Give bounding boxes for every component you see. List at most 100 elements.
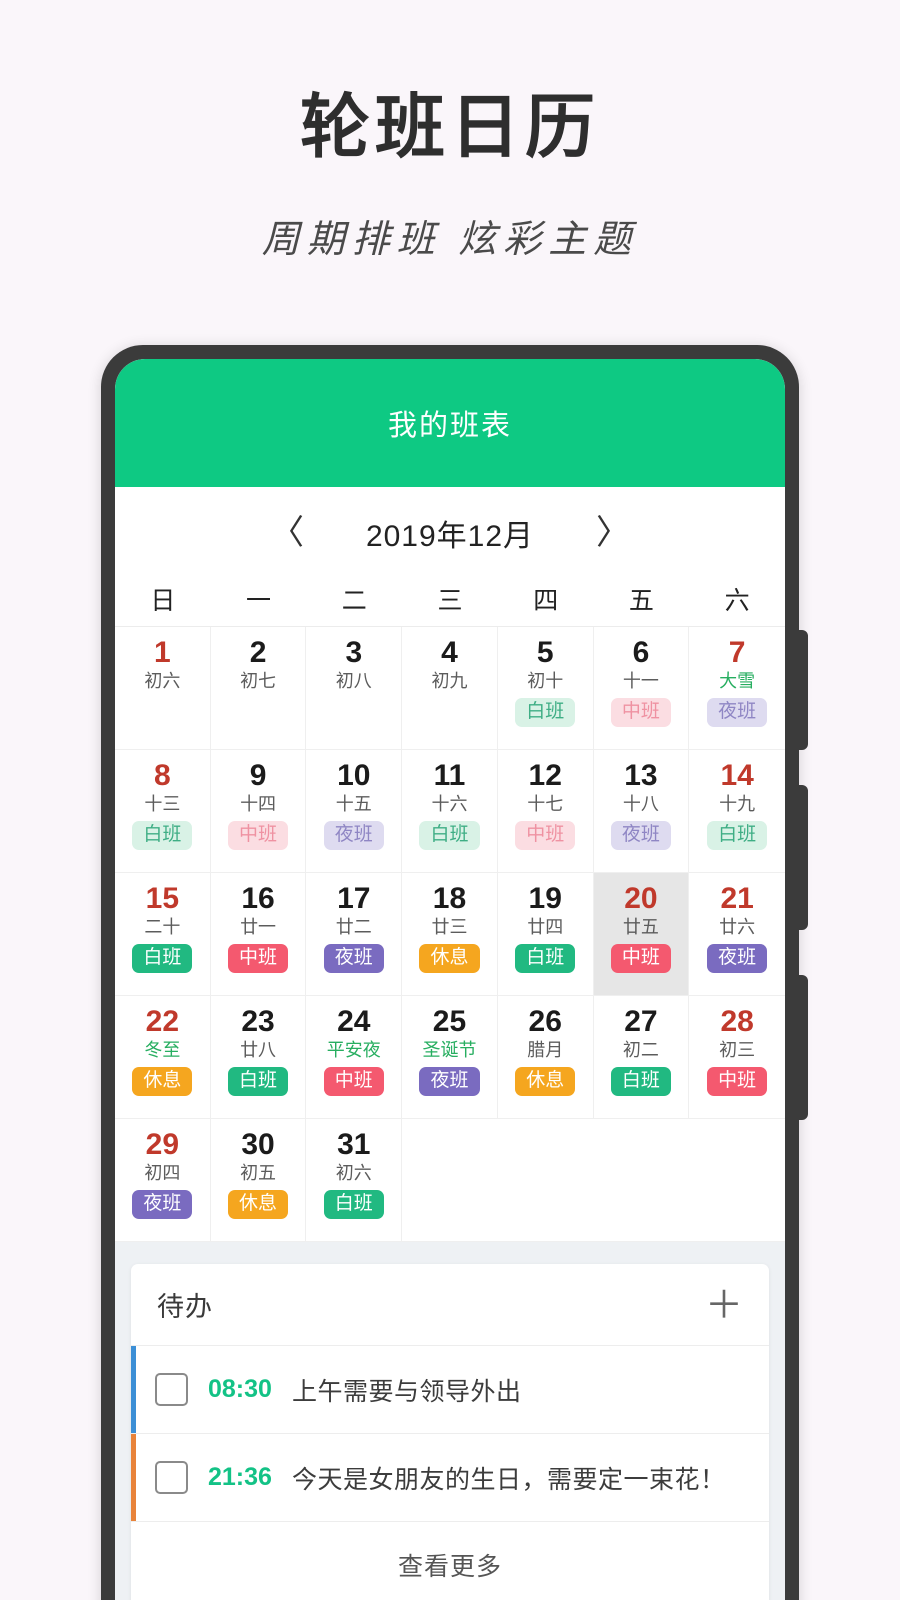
calendar-day-cell[interactable]: 9 十四 中班 (210, 750, 307, 873)
shift-badge: 白班 (707, 821, 768, 851)
day-number: 7 (728, 636, 746, 669)
day-number: 25 (432, 1005, 467, 1038)
calendar-day-cell[interactable]: 29 初四 夜班 (115, 1119, 211, 1242)
todo-item[interactable]: 08:30 上午需要与领导外出 (131, 1346, 769, 1434)
todo-text: 今天是女朋友的生日，需要定一束花！ (291, 1465, 726, 1494)
day-number: 1 (154, 636, 171, 669)
calendar-day-cell[interactable]: 16 廿一 中班 (210, 873, 307, 996)
shift-badge: 白班 (610, 1067, 671, 1097)
weekday-label: 一 (246, 586, 272, 615)
todo-checkbox[interactable] (155, 1373, 188, 1406)
day-number: 29 (145, 1128, 180, 1161)
day-lunar-label: 初二 (622, 1040, 659, 1061)
day-number: 24 (337, 1005, 371, 1038)
day-number: 31 (337, 1128, 371, 1161)
shift-badge: 白班 (323, 1190, 384, 1220)
calendar-day-cell[interactable]: 3 初八 (306, 627, 403, 750)
next-month-icon[interactable]: 〉 (596, 516, 630, 550)
day-number: 9 (249, 759, 267, 792)
day-number: 13 (624, 759, 658, 792)
todo-time: 21:36 (208, 1463, 272, 1491)
calendar-day-cell[interactable]: 4 初九 (402, 627, 498, 750)
calendar-day-cell[interactable]: 11 十六 白班 (402, 750, 498, 873)
day-lunar-label: 十九 (719, 794, 756, 815)
calendar-day-cell[interactable]: 22 冬至 休息 (115, 996, 211, 1119)
calendar-grid: 1 初六 2 初七 3 初八 4 初九 5 初十 白班 6 十一 中班 7 大雪 夜班 8 十三 白班 9 十四 中班 10 十… (115, 627, 785, 1242)
day-lunar-label: 初六 (335, 1163, 372, 1184)
todo-item[interactable]: 21:36 今天是女朋友的生日，需要定一束花！ (131, 1434, 769, 1522)
promo-block: 轮班日历 周期排班 炫彩主题 (0, 0, 900, 263)
day-number: 15 (145, 882, 180, 915)
calendar-day-cell[interactable]: 2 初七 (210, 627, 307, 750)
todo-color-bar (131, 1434, 136, 1521)
shift-badge: 中班 (610, 944, 671, 974)
day-number: 10 (337, 759, 371, 792)
calendar-day-cell[interactable]: 15 二十白班 (115, 873, 211, 996)
day-lunar-label: 廿六 (719, 917, 756, 938)
calendar-day-cell[interactable]: 26 腊月 休息 (497, 996, 594, 1119)
calendar-empty-cell (593, 1119, 690, 1242)
calendar-day-cell[interactable]: 25 圣诞节夜班 (402, 996, 498, 1119)
todo-header-title: 待办 (157, 1292, 213, 1322)
day-lunar-label: 廿二 (335, 917, 372, 938)
shift-badge: 休息 (228, 1190, 289, 1220)
calendar-day-cell[interactable]: 27 初二 白班 (593, 996, 690, 1119)
calendar-day-cell[interactable]: 10 十五 夜班 (306, 750, 403, 873)
shift-badge: 中班 (323, 1067, 384, 1097)
calendar-day-cell[interactable]: 21 廿六 夜班 (689, 873, 785, 996)
prev-month-icon[interactable]: 〈 (270, 516, 304, 550)
day-lunar-label: 十八 (622, 794, 659, 815)
day-number: 26 (528, 1005, 562, 1038)
calendar-day-cell[interactable]: 5 初十 白班 (497, 627, 594, 750)
day-lunar-label: 二十 (144, 917, 181, 938)
calendar-day-cell[interactable]: 8 十三 白班 (115, 750, 211, 873)
calendar-day-cell[interactable]: 24 平安夜 中班 (306, 996, 403, 1119)
todo-time: 08:30 (208, 1375, 272, 1403)
month-navigation-bar: 〈 2019年12月 〉 (115, 495, 785, 571)
shift-badge: 中班 (228, 944, 289, 974)
promo-subtitle: 周期排班 炫彩主题 (261, 218, 639, 261)
calendar-day-cell[interactable]: 23 廿八 白班 (210, 996, 307, 1119)
weekday-header-row: 日一二三四五六 (115, 571, 785, 627)
day-lunar-label: 十一 (622, 671, 659, 692)
calendar-day-cell[interactable]: 14 十九 白班 (689, 750, 785, 873)
calendar-day-cell[interactable]: 17 廿二 夜班 (306, 873, 403, 996)
day-number: 12 (528, 759, 562, 792)
calendar-card: 〈 2019年12月 〉 日一二三四五六 1 初六 2 初七 3 初八 4 初九 5 初十 白班 6 十… (115, 487, 785, 1242)
day-number: 17 (337, 882, 371, 915)
calendar-day-cell[interactable]: 12 十七 中班 (497, 750, 594, 873)
calendar-day-cell[interactable]: 7 大雪 夜班 (689, 627, 785, 750)
day-number: 28 (720, 1005, 754, 1038)
calendar-day-cell[interactable]: 28 初三 中班 (689, 996, 785, 1119)
weekday-label: 四 (533, 586, 559, 615)
add-todo-icon[interactable]: ＋ (705, 1286, 743, 1324)
shift-badge: 夜班 (419, 1067, 480, 1097)
day-number: 30 (241, 1128, 275, 1161)
calendar-day-cell[interactable]: 1 初六 (115, 627, 211, 750)
calendar-day-cell[interactable]: 30 初五休息 (210, 1119, 307, 1242)
day-lunar-label: 初五 (240, 1163, 277, 1184)
todo-checkbox[interactable] (155, 1461, 188, 1494)
day-lunar-label: 圣诞节 (422, 1040, 477, 1061)
shift-badge: 白班 (132, 944, 193, 974)
day-number: 3 (345, 636, 363, 669)
calendar-day-cell[interactable]: 19 廿四 白班 (497, 873, 594, 996)
phone-side-button-top (798, 630, 808, 750)
weekday-label: 六 (724, 586, 750, 615)
calendar-day-cell[interactable]: 6 十一 中班 (593, 627, 690, 750)
phone-frame: 我的班表 〈 2019年12月 〉 日一二三四五六 1 初六 2 初七 3 初八 4 初九 5 初… (101, 345, 808, 1600)
shift-badge: 夜班 (610, 821, 671, 851)
day-lunar-label: 初三 (719, 1040, 756, 1061)
shift-badge: 中班 (610, 698, 671, 728)
day-lunar-label: 十三 (144, 794, 181, 815)
calendar-day-cell[interactable]: 31 初六白班 (306, 1119, 403, 1242)
calendar-day-cell[interactable]: 20 廿五 中班 (593, 873, 690, 996)
day-lunar-label: 十六 (431, 794, 468, 815)
view-more-button[interactable]: 查看更多 (131, 1522, 769, 1600)
day-lunar-label: 廿一 (240, 917, 277, 938)
calendar-day-cell[interactable]: 13 十八夜班 (593, 750, 690, 873)
month-label[interactable]: 2019年12月 (350, 511, 550, 555)
day-lunar-label: 廿四 (527, 917, 564, 938)
shift-badge: 中班 (515, 821, 576, 851)
calendar-day-cell[interactable]: 18 廿三 休息 (402, 873, 498, 996)
